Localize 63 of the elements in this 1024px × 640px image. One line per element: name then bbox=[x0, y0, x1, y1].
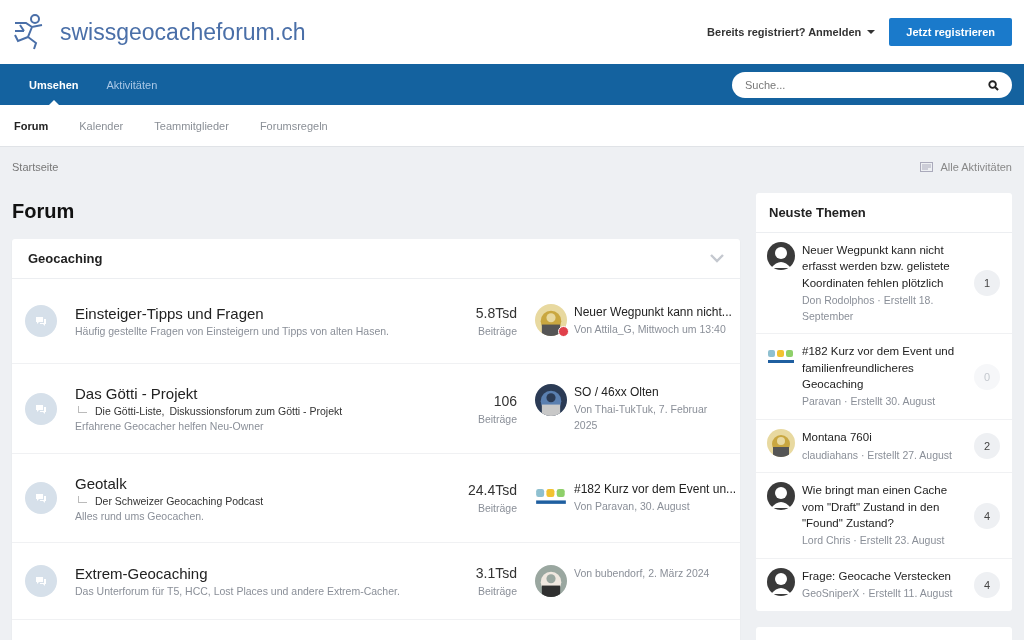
subforum-branch-icon bbox=[78, 495, 87, 503]
forum-description: Häufig gestellte Fragen von Einsteigern und Tipps von alten Hasen. bbox=[75, 325, 391, 337]
last-post-meta: Von Attila_G, Mittwoch um 13:40 bbox=[574, 322, 727, 338]
forum-title[interactable]: Geotalk bbox=[75, 474, 437, 492]
forum-title[interactable]: Das Götti - Projekt bbox=[75, 385, 437, 402]
reply-count: 2 bbox=[974, 433, 1000, 460]
forum-description: Das Unterforum für T5, HCC, Lost Places und andere Extrem-Cacher. bbox=[75, 585, 401, 597]
subforum-link[interactable]: Der Schweizer Geocaching Podcast bbox=[95, 494, 264, 507]
nav-tab[interactable]: Aktivitäten bbox=[92, 64, 172, 105]
topic-title[interactable]: Montana 760i bbox=[802, 429, 967, 446]
list-icon bbox=[920, 162, 934, 172]
last-post-title[interactable]: SO / 46xx Olten bbox=[574, 385, 730, 400]
forum-title[interactable]: Extrem-Geocaching bbox=[75, 565, 437, 582]
avatar-icon bbox=[767, 482, 795, 511]
last-post-meta: Von Paravan, 30. August bbox=[574, 499, 691, 515]
topic-title[interactable]: Frage: Geocache Verstecken bbox=[802, 568, 967, 585]
last-post-meta: Von Thai-TukTuk, 7. Februar 2025 bbox=[574, 402, 709, 433]
forum-icon bbox=[25, 565, 57, 597]
sign-in-link[interactable]: Bereits registriert? Anmelden bbox=[707, 26, 876, 38]
post-count: 106 bbox=[493, 392, 517, 409]
topic-meta: Paravan · Erstellt 30. August bbox=[802, 394, 937, 410]
forum-description: Alles rund ums Geocachen. bbox=[75, 509, 205, 522]
topic-title[interactable]: Wie bringt man einen Cache vom "Draft" Zustand in den "Found" Zustand? bbox=[802, 482, 967, 532]
post-count-label: Beiträge bbox=[477, 412, 517, 425]
search-icon[interactable] bbox=[988, 79, 999, 91]
last-post-title[interactable]: #182 Kurz vor dem Event un... bbox=[574, 482, 737, 497]
site-name[interactable]: swissgeocacheforum.ch bbox=[60, 18, 306, 46]
subnav-link[interactable]: Forum bbox=[14, 119, 49, 132]
last-post-title[interactable]: Neuer Wegpunkt kann nicht... bbox=[574, 305, 732, 320]
caret-icon bbox=[867, 30, 876, 34]
search-field[interactable]: Suche... bbox=[732, 71, 1012, 98]
post-count-label: Beiträge bbox=[477, 502, 517, 514]
post-count-label: Beiträge bbox=[477, 325, 517, 337]
topic-title[interactable]: Neuer Wegpunkt kann nicht erfasst werden bzw. gelistete Koordinaten fehlen plötzlich bbox=[802, 242, 967, 291]
category-title[interactable]: Geocaching bbox=[28, 251, 103, 266]
avatar-icon bbox=[767, 242, 795, 270]
subforum-link[interactable]: Die Götti-Liste, bbox=[95, 405, 165, 417]
page-title: Forum bbox=[12, 200, 76, 223]
topic-meta: Don Rodolphos · Erstellt 18. September bbox=[802, 293, 935, 324]
topic-meta: Lord Chris · Erstellt 23. August bbox=[802, 533, 946, 549]
topic-meta: GeoSniperX · Erstellt 11. August bbox=[802, 586, 954, 602]
forum-icon bbox=[25, 305, 57, 337]
forum-icon bbox=[25, 392, 57, 425]
reply-count: 4 bbox=[974, 572, 1000, 599]
reply-count: 1 bbox=[974, 270, 1000, 297]
avatar-icon bbox=[767, 568, 795, 597]
post-count-label: Beiträge bbox=[477, 585, 517, 597]
topic-meta: claudiahans · Erstellt 27. August bbox=[802, 447, 953, 463]
post-count: 5.8Tsd bbox=[475, 305, 517, 321]
nav-tab[interactable]: Umsehen bbox=[15, 64, 93, 105]
reply-count: 4 bbox=[974, 502, 1000, 529]
sidebar-title: Neuste Themen bbox=[769, 205, 866, 220]
post-count: 24.4Tsd bbox=[467, 482, 517, 498]
breadcrumb-link[interactable]: Startseite bbox=[12, 161, 59, 173]
forum-title[interactable]: Einsteiger-Tipps und Fragen bbox=[75, 305, 437, 322]
forum-icon bbox=[25, 482, 57, 514]
last-post-meta: Von bubendorf, 2. März 2024 bbox=[574, 566, 710, 581]
forum-description: Erfahrene Geocacher helfen Neu-Owner bbox=[75, 420, 265, 432]
register-button[interactable]: Jetzt registrieren bbox=[889, 18, 1012, 46]
subforum-branch-icon bbox=[78, 406, 87, 413]
subforum-link[interactable]: Diskussionsforum zum Götti - Projekt bbox=[169, 405, 343, 417]
topic-title[interactable]: #182 Kurz vor dem Event und familienfreundlicheres Geocaching bbox=[802, 343, 967, 393]
post-count: 3.1Tsd bbox=[475, 565, 517, 581]
